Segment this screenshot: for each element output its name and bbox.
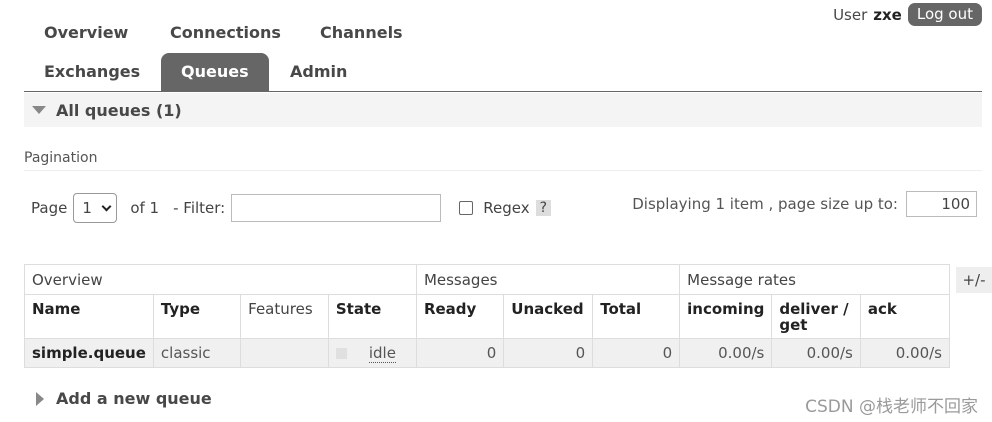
tab-exchanges[interactable]: Exchanges — [24, 53, 160, 91]
queues-table: Overview Messages Message rates Name Typ… — [24, 264, 951, 368]
queue-ready: 0 — [415, 338, 505, 368]
columns-toggle-button[interactable]: +/- — [956, 267, 992, 293]
col-type[interactable]: Type — [152, 294, 242, 339]
filter-label: - Filter: — [173, 199, 226, 217]
group-message-rates: Message rates — [679, 264, 950, 295]
filter-input[interactable] — [231, 194, 442, 222]
chevron-down-icon — [101, 201, 112, 211]
regex-help-button[interactable]: ? — [535, 200, 552, 216]
queue-state: idle — [327, 338, 417, 368]
section-title: All queues (1) — [56, 100, 182, 120]
queue-total: 0 — [592, 338, 681, 368]
col-features: Features — [240, 294, 329, 339]
group-overview: Overview — [24, 264, 417, 295]
add-queue-toggle[interactable]: Add a new queue — [36, 389, 212, 408]
user-label: User — [833, 5, 868, 24]
user-bar: User zxe Log out — [833, 3, 982, 26]
col-ready[interactable]: Ready — [415, 294, 505, 339]
page-select[interactable]: 1 — [73, 193, 118, 223]
queue-state-label: idle — [368, 344, 396, 363]
pagination-divider — [24, 170, 982, 171]
queue-type: classic — [152, 338, 242, 368]
queue-unacked: 0 — [503, 338, 594, 368]
displaying-info: Displaying 1 item , page size up to: 100 — [632, 191, 977, 217]
queue-ack: 0.00/s — [859, 338, 951, 368]
table-row[interactable]: simple.queue classic idle 0 0 0 0.00/s 0… — [24, 338, 951, 368]
watermark: CSDN @栈老师不回家 — [805, 397, 978, 417]
col-deliver-get[interactable]: deliver / get — [771, 294, 861, 339]
tab-channels[interactable]: Channels — [300, 14, 423, 52]
col-incoming[interactable]: incoming — [679, 294, 773, 339]
user-name: zxe — [873, 5, 902, 24]
add-queue-label: Add a new queue — [56, 389, 212, 408]
page-size-input[interactable]: 100 — [906, 191, 977, 217]
regex-label: Regex — [483, 199, 530, 217]
col-total[interactable]: Total — [592, 294, 681, 339]
tab-overview[interactable]: Overview — [24, 14, 148, 52]
col-unacked[interactable]: Unacked — [503, 294, 594, 339]
queue-features — [240, 338, 329, 368]
expand-triangle-icon — [36, 391, 44, 406]
state-indicator-icon — [335, 348, 347, 359]
queue-incoming: 0.00/s — [679, 338, 773, 368]
group-header-row: Overview Messages Message rates — [24, 264, 950, 295]
logout-button[interactable]: Log out — [907, 3, 982, 26]
tab-admin[interactable]: Admin — [270, 53, 367, 91]
page-label: Page — [31, 199, 68, 217]
group-messages: Messages — [415, 264, 681, 295]
col-ack[interactable]: ack — [859, 294, 951, 339]
page-of-label: of 1 — [130, 199, 160, 217]
tab-connections[interactable]: Connections — [150, 14, 301, 52]
regex-checkbox[interactable] — [459, 201, 474, 215]
queue-deliver-get: 0.00/s — [771, 338, 861, 368]
pagination-controls: Page 1 of 1 - Filter: Regex ? — [31, 193, 552, 223]
all-queues-header[interactable]: All queues (1) — [24, 93, 982, 127]
collapse-triangle-icon — [32, 106, 46, 114]
col-state[interactable]: State — [327, 294, 417, 339]
nav-divider — [24, 91, 982, 92]
pagination-heading: Pagination — [24, 150, 98, 166]
column-header-row: Name Type Features State Ready Unacked T… — [24, 294, 951, 339]
col-name[interactable]: Name — [24, 294, 154, 339]
tab-queues[interactable]: Queues — [161, 53, 269, 91]
displaying-text: Displaying 1 item , page size up to: — [632, 195, 898, 213]
queue-name-link[interactable]: simple.queue — [24, 338, 154, 368]
page-select-value: 1 — [82, 199, 92, 217]
